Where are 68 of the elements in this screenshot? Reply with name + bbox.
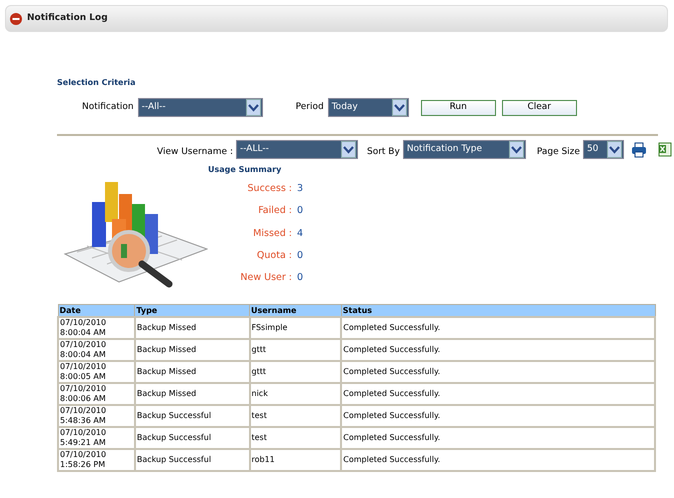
bar <box>92 202 106 247</box>
table-cell: 07/10/2010 8:00:04 AM <box>58 317 135 339</box>
column-header: Username <box>250 304 342 317</box>
stat-label: Success : <box>246 182 292 196</box>
table-cell: test <box>250 405 342 427</box>
dropdown[interactable]: Today <box>328 98 409 117</box>
field-label: Period <box>296 100 324 114</box>
table-cell: Completed Successfully. <box>341 449 655 471</box>
stat-label: Missed : <box>252 226 292 240</box>
magnifier-icon <box>108 230 172 288</box>
stat-label: Failed : <box>257 204 292 218</box>
stat-value: 0 <box>297 248 304 263</box>
stat-value: 0 <box>297 271 304 285</box>
caret-icon[interactable] <box>246 99 261 116</box>
column-header: Date <box>58 304 135 317</box>
table-cell: Backup Missed <box>134 339 250 361</box>
table-cell: 07/10/2010 5:48:36 AM <box>58 405 135 427</box>
table-cell: test <box>250 427 342 449</box>
button[interactable]: Clear <box>502 100 577 116</box>
table-cell: 07/10/2010 8:00:05 AM <box>58 361 135 383</box>
table-cell: rob11 <box>250 449 342 471</box>
field-label: Notification <box>82 100 134 114</box>
caret-icon[interactable] <box>392 99 407 116</box>
table-cell: 07/10/2010 8:00:06 AM <box>58 383 135 405</box>
table-cell: Completed Successfully. <box>341 405 655 427</box>
table-cell: Backup Successful <box>134 405 250 427</box>
table-cell: 07/10/2010 8:00:04 AM <box>58 339 135 361</box>
table-cell: Completed Successfully. <box>341 427 655 449</box>
stat-label: New User : <box>239 271 292 285</box>
button[interactable]: Run <box>420 100 496 116</box>
dropdown[interactable]: Notification Type <box>402 140 526 159</box>
print-icon[interactable] <box>630 142 647 158</box>
field-label: View Username : <box>157 146 233 158</box>
table-cell: Backup Missed <box>134 383 250 405</box>
spreadsheet-icon[interactable] <box>658 142 672 157</box>
table-cell: Backup Missed <box>134 317 250 339</box>
table-cell: nick <box>250 383 342 405</box>
caret-icon[interactable] <box>508 141 524 158</box>
stat-value: 0 <box>297 204 304 218</box>
table-cell: Backup Successful <box>134 449 250 471</box>
column-header: Status <box>341 304 655 317</box>
bar <box>105 182 118 222</box>
stat-value: 3 <box>297 182 304 196</box>
stat-value: 4 <box>297 226 304 240</box>
column-header: Type <box>134 304 250 317</box>
table-cell: Backup Missed <box>134 361 250 383</box>
table-cell: Completed Successfully. <box>341 339 655 361</box>
table-cell: 07/10/2010 1:58:26 PM <box>58 449 135 471</box>
stat-label: Quota : <box>256 248 292 263</box>
table-cell: gttt <box>250 361 342 383</box>
field-label: Page Size <box>536 146 580 158</box>
table-cell: 07/10/2010 5:49:21 AM <box>58 427 135 449</box>
collapse-icon[interactable] <box>10 12 22 24</box>
section-title: Selection Criteria <box>57 77 137 89</box>
caret-icon[interactable] <box>606 141 622 158</box>
section-title: Usage Summary <box>208 164 282 176</box>
table-cell: Completed Successfully. <box>341 361 655 383</box>
table-cell: Backup Successful <box>134 427 250 449</box>
dropdown[interactable]: 50 <box>582 140 624 159</box>
dropdown[interactable]: --ALL-- <box>236 140 358 159</box>
dropdown[interactable]: --All-- <box>138 98 263 117</box>
table-cell: Completed Successfully. <box>341 317 655 339</box>
panel-title: Notification Log <box>27 12 108 25</box>
table-cell: gttt <box>250 339 342 361</box>
field-label: Sort By <box>367 146 400 158</box>
caret-icon[interactable] <box>341 141 356 158</box>
table-cell: Completed Successfully. <box>341 383 655 405</box>
table-cell: FSsimple <box>250 317 342 339</box>
